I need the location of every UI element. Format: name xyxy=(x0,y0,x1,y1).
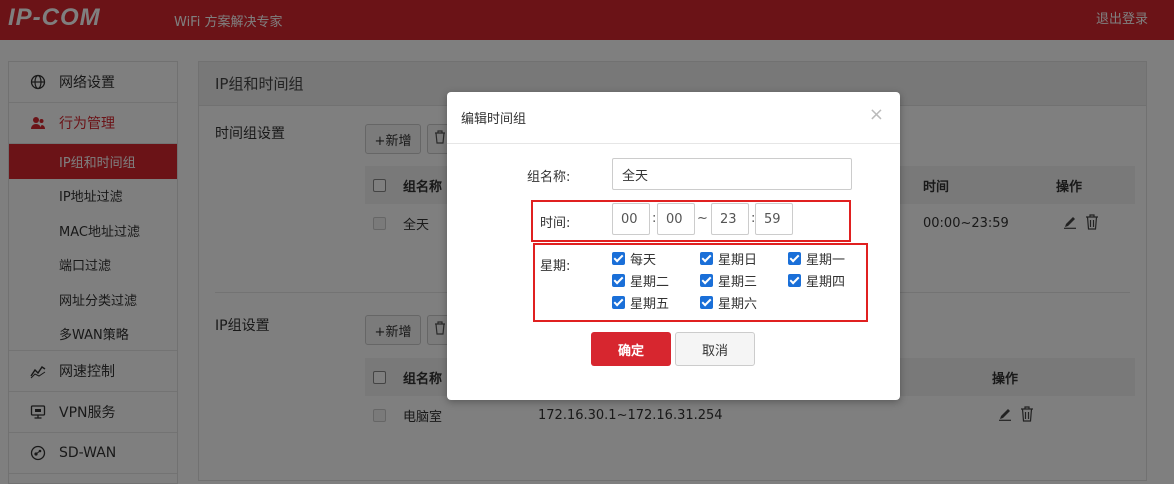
checkbox-checked-icon xyxy=(612,252,625,265)
start-hour-input[interactable]: 00 xyxy=(612,203,650,235)
checkbox-label: 星期三 xyxy=(718,275,758,290)
group-name-label: 组名称: xyxy=(527,170,571,185)
checkbox-saturday[interactable]: 星期六 xyxy=(700,293,757,312)
weekday-label: 星期: xyxy=(540,259,571,274)
time-colon: : xyxy=(652,211,657,226)
time-label: 时间: xyxy=(540,216,571,231)
group-name-input[interactable] xyxy=(612,158,852,190)
checkbox-label: 星期五 xyxy=(630,297,670,312)
checkbox-wednesday[interactable]: 星期三 xyxy=(700,271,757,290)
edit-time-group-dialog: 编辑时间组 × 组名称: 时间: 00 : 00 ~ 23 : 59 星期: 每… xyxy=(447,92,900,400)
checkbox-label: 星期一 xyxy=(806,253,846,268)
checkbox-checked-icon xyxy=(612,274,625,287)
checkbox-checked-icon xyxy=(788,274,801,287)
checkbox-label: 每天 xyxy=(630,253,657,268)
checkbox-checked-icon xyxy=(700,296,713,309)
time-range-separator: ~ xyxy=(697,211,708,226)
checkbox-sunday[interactable]: 星期日 xyxy=(700,249,757,268)
checkbox-monday[interactable]: 星期一 xyxy=(788,249,845,268)
cancel-button[interactable]: 取消 xyxy=(675,332,755,366)
end-hour-input[interactable]: 23 xyxy=(711,203,749,235)
checkbox-friday[interactable]: 星期五 xyxy=(612,293,669,312)
checkbox-checked-icon xyxy=(700,252,713,265)
checkbox-label: 星期日 xyxy=(718,253,758,268)
checkbox-label: 星期六 xyxy=(718,297,758,312)
start-minute-input[interactable]: 00 xyxy=(657,203,695,235)
checkbox-checked-icon xyxy=(612,296,625,309)
confirm-button[interactable]: 确定 xyxy=(591,332,671,366)
close-icon[interactable]: × xyxy=(869,106,884,124)
end-minute-input[interactable]: 59 xyxy=(755,203,793,235)
checkbox-label: 星期四 xyxy=(806,275,846,290)
checkbox-thursday[interactable]: 星期四 xyxy=(788,271,845,290)
checkbox-label: 星期二 xyxy=(630,275,670,290)
checkbox-everyday[interactable]: 每天 xyxy=(612,249,656,268)
dialog-divider xyxy=(447,143,900,144)
checkbox-checked-icon xyxy=(700,274,713,287)
checkbox-tuesday[interactable]: 星期二 xyxy=(612,271,669,290)
checkbox-checked-icon xyxy=(788,252,801,265)
dialog-title: 编辑时间组 xyxy=(461,112,527,127)
